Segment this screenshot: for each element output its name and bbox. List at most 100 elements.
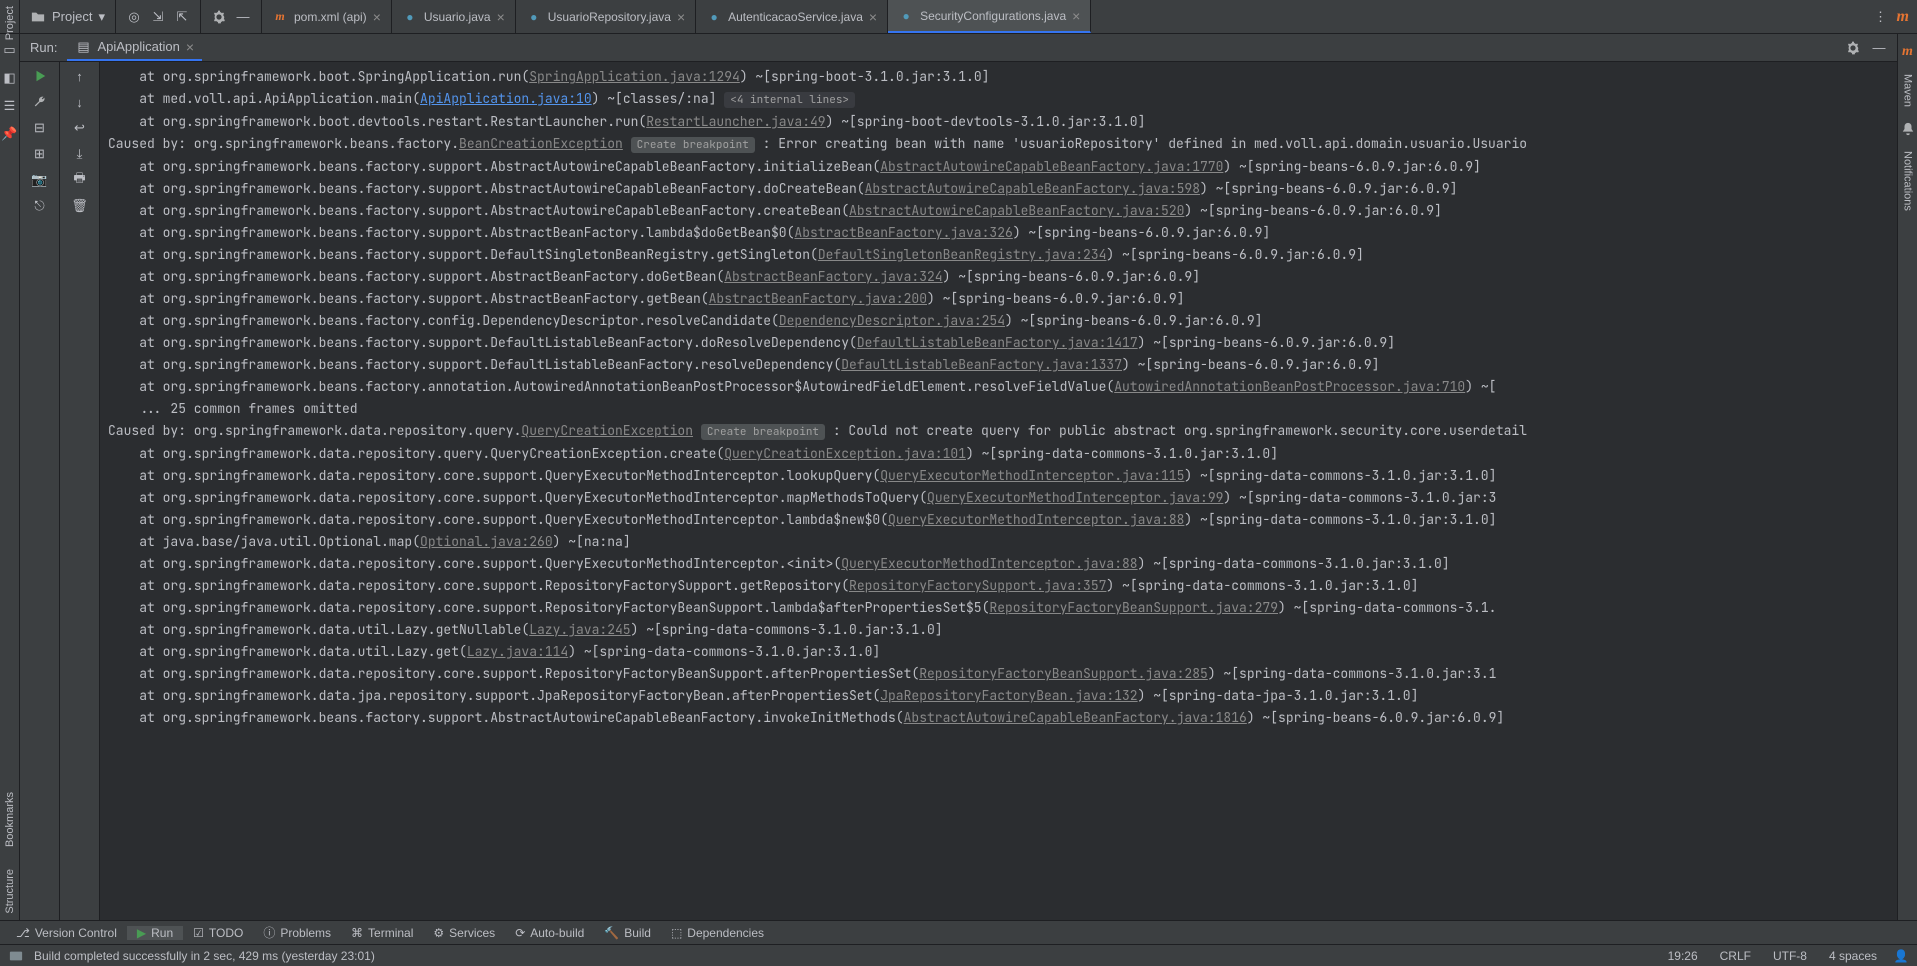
scroll-end-icon[interactable]: ⤓ xyxy=(72,146,88,162)
status-info-icon[interactable] xyxy=(8,948,24,964)
bottom-tab-label: Dependencies xyxy=(687,926,764,940)
stacktrace-link[interactable]: AbstractAutowireCapableBeanFactory.java:… xyxy=(849,202,1184,219)
collapse-icon[interactable]: ⇱ xyxy=(174,9,190,25)
close-icon[interactable]: × xyxy=(186,39,194,55)
bottom-tab-todo[interactable]: ☑TODO xyxy=(183,926,253,940)
stacktrace-link[interactable]: DefaultListableBeanFactory.java:1337 xyxy=(841,356,1122,373)
bottom-tab-services[interactable]: ⚙Services xyxy=(423,926,505,940)
editor-tab[interactable]: ●Usuario.java× xyxy=(392,0,516,33)
status-time[interactable]: 19:26 xyxy=(1662,949,1704,963)
close-icon[interactable]: × xyxy=(677,9,685,25)
stacktrace-link[interactable]: AbstractAutowireCapableBeanFactory.java:… xyxy=(865,180,1200,197)
create-breakpoint-badge[interactable]: Create breakpoint xyxy=(631,137,755,153)
target-icon[interactable]: ◎ xyxy=(126,9,142,25)
status-readonly-icon[interactable]: 👤 xyxy=(1893,948,1909,964)
structure-rail-icon[interactable]: ☰ xyxy=(2,98,18,114)
console-text: at org.springframework.data.jpa.reposito… xyxy=(108,687,880,704)
stacktrace-link[interactable]: SpringApplication.java:1294 xyxy=(529,68,740,85)
stacktrace-link[interactable]: AbstractBeanFactory.java:200 xyxy=(709,290,927,307)
console-text: at org.springframework.boot.devtools.res… xyxy=(108,113,646,130)
stacktrace-link[interactable]: QueryExecutorMethodInterceptor.java:115 xyxy=(880,467,1184,484)
wrench-icon[interactable] xyxy=(32,94,48,110)
stacktrace-link[interactable]: Lazy.java:114 xyxy=(467,643,568,660)
up-arrow-icon[interactable]: ↑ xyxy=(72,68,88,84)
editor-tab[interactable]: ●SecurityConfigurations.java× xyxy=(888,0,1091,33)
status-encoding[interactable]: UTF-8 xyxy=(1767,949,1813,963)
stacktrace-link[interactable]: QueryCreationException xyxy=(521,422,693,439)
stacktrace-link[interactable]: Optional.java:260 xyxy=(420,533,553,550)
stacktrace-link[interactable]: QueryExecutorMethodInterceptor.java:88 xyxy=(888,511,1184,528)
gear-icon[interactable] xyxy=(211,9,227,25)
structure-tool-label[interactable]: Structure xyxy=(4,863,16,920)
down-arrow-icon[interactable]: ↓ xyxy=(72,94,88,110)
expand-icon[interactable]: ⇲ xyxy=(150,9,166,25)
maven-rail-label[interactable]: Maven xyxy=(1902,74,1914,107)
status-indent[interactable]: 4 spaces xyxy=(1823,949,1883,963)
soft-wrap-icon[interactable]: ↩ xyxy=(72,120,88,136)
bottom-tab-run[interactable]: ▶Run xyxy=(127,926,183,940)
run-minimize-icon[interactable]: — xyxy=(1871,40,1887,56)
tab-label: AutenticacaoService.java xyxy=(728,10,863,24)
bell-icon[interactable] xyxy=(1900,121,1916,137)
status-line-ending[interactable]: CRLF xyxy=(1714,949,1757,963)
editor-tabs: mpom.xml (api)×●Usuario.java×●UsuarioRep… xyxy=(262,0,1865,33)
bottom-tab-build[interactable]: 🔨Build xyxy=(594,926,661,940)
close-icon[interactable]: × xyxy=(373,9,381,25)
close-icon[interactable]: × xyxy=(1072,8,1080,24)
stacktrace-link[interactable]: AbstractAutowireCapableBeanFactory.java:… xyxy=(904,709,1247,726)
pin-rail-icon[interactable]: 📌 xyxy=(2,126,18,142)
bottom-tab-problems[interactable]: ⓘProblems xyxy=(253,924,341,941)
maven-rail-icon[interactable]: m xyxy=(1902,44,1913,60)
stacktrace-link[interactable]: QueryCreationException.java:101 xyxy=(724,445,966,462)
exit-icon[interactable]: ⎋ xyxy=(32,198,48,214)
console-text: at org.springframework.beans.factory.sup… xyxy=(108,334,857,351)
collapsed-frames-hint[interactable]: <4 internal lines> xyxy=(724,92,855,108)
stacktrace-link[interactable]: DefaultSingletonBeanRegistry.java:234 xyxy=(818,246,1107,263)
stacktrace-link[interactable]: AutowiredAnnotationBeanPostProcessor.jav… xyxy=(1114,378,1465,395)
stacktrace-link[interactable]: ApiApplication.java:10 xyxy=(420,90,592,107)
editor-tab[interactable]: ●UsuarioRepository.java× xyxy=(516,0,696,33)
layout-icon[interactable]: ⊞ xyxy=(32,146,48,162)
editor-tab[interactable]: ●AutenticacaoService.java× xyxy=(696,0,888,33)
stop-icon[interactable]: ⊟ xyxy=(32,120,48,136)
stacktrace-link[interactable]: RepositoryFactoryBeanSupport.java:285 xyxy=(919,665,1208,682)
stacktrace-link[interactable]: DependencyDescriptor.java:254 xyxy=(779,312,1005,329)
bottom-tab-terminal[interactable]: ⌘Terminal xyxy=(341,926,423,940)
console-output[interactable]: at org.springframework.boot.SpringApplic… xyxy=(100,62,1897,920)
rerun-icon[interactable] xyxy=(32,68,48,84)
project-tool-label[interactable]: Project xyxy=(4,0,16,46)
minimize-icon[interactable]: — xyxy=(235,9,251,25)
stacktrace-link[interactable]: DefaultListableBeanFactory.java:1417 xyxy=(857,334,1138,351)
commit-rail-icon[interactable]: ◧ xyxy=(2,70,18,86)
stacktrace-link[interactable]: JpaRepositoryFactoryBean.java:132 xyxy=(880,687,1137,704)
bottom-tab-dependencies[interactable]: ⬚Dependencies xyxy=(661,926,774,940)
bookmarks-tool-label[interactable]: Bookmarks xyxy=(4,786,16,853)
stacktrace-link[interactable]: QueryExecutorMethodInterceptor.java:88 xyxy=(841,555,1137,572)
stacktrace-link[interactable]: AbstractAutowireCapableBeanFactory.java:… xyxy=(880,158,1223,175)
run-settings-icon[interactable] xyxy=(1845,40,1861,56)
stacktrace-link[interactable]: RestartLauncher.java:49 xyxy=(646,113,825,130)
stacktrace-link[interactable]: Lazy.java:245 xyxy=(529,621,630,638)
editor-tab[interactable]: mpom.xml (api)× xyxy=(262,0,392,33)
project-view-selector[interactable]: Project ▾ xyxy=(20,0,116,33)
stacktrace-link[interactable]: AbstractBeanFactory.java:326 xyxy=(794,224,1012,241)
stacktrace-link[interactable]: RepositoryFactoryBeanSupport.java:279 xyxy=(989,599,1278,616)
stacktrace-link[interactable]: AbstractBeanFactory.java:324 xyxy=(724,268,942,285)
close-icon[interactable]: × xyxy=(869,9,877,25)
create-breakpoint-badge[interactable]: Create breakpoint xyxy=(701,424,825,440)
more-icon[interactable]: ⋮ xyxy=(1873,9,1889,25)
notifications-rail-label[interactable]: Notifications xyxy=(1902,151,1914,211)
trash-icon[interactable]: 🗑 xyxy=(72,198,88,214)
bottom-tab-auto-build[interactable]: ⟳Auto-build xyxy=(505,926,594,940)
run-config-tab[interactable]: ▤ ApiApplication × xyxy=(67,35,202,61)
stacktrace-link[interactable]: QueryExecutorMethodInterceptor.java:99 xyxy=(927,489,1223,506)
project-settings-toolbar: — xyxy=(201,0,262,33)
bottom-tab-icon: ☑ xyxy=(193,926,204,940)
java-icon: ● xyxy=(526,9,542,25)
stacktrace-link[interactable]: BeanCreationException xyxy=(459,135,623,152)
print-icon[interactable]: 🖶 xyxy=(72,172,88,188)
bottom-tab-version-control[interactable]: ⎇Version Control xyxy=(6,926,127,940)
camera-icon[interactable]: 📷 xyxy=(32,172,48,188)
stacktrace-link[interactable]: RepositoryFactorySupport.java:357 xyxy=(849,577,1106,594)
close-icon[interactable]: × xyxy=(497,9,505,25)
